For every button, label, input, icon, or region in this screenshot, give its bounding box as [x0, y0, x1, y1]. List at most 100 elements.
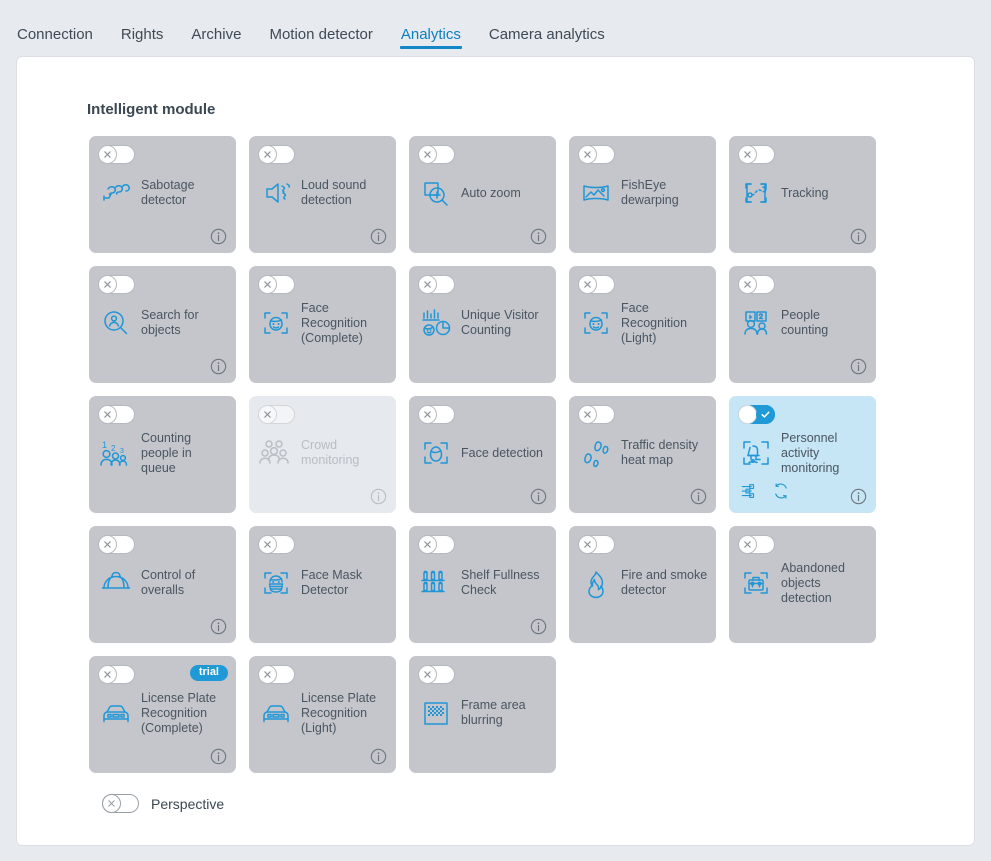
module-toggle[interactable] — [258, 275, 295, 294]
loud-sound-icon — [258, 175, 294, 211]
toggle-off-knob-icon — [258, 535, 277, 554]
personnel-activity-icon — [738, 435, 774, 471]
module-card[interactable]: Search for objects — [89, 266, 236, 383]
crowd-monitoring-icon — [258, 435, 294, 471]
tab-motion-detector[interactable]: Motion detector — [268, 27, 373, 56]
info-icon[interactable] — [370, 488, 387, 505]
module-label: Face Mask Detector — [301, 568, 363, 597]
info-icon[interactable] — [370, 228, 387, 245]
tab-connection[interactable]: Connection — [16, 27, 94, 56]
module-card[interactable]: People counting — [729, 266, 876, 383]
refresh-icon[interactable] — [772, 482, 790, 505]
module-toggle[interactable] — [738, 535, 775, 554]
toggle-off-knob-icon — [98, 665, 117, 684]
module-card[interactable]: Auto zoom — [409, 136, 556, 253]
module-label: Traffic density heat map — [621, 438, 699, 467]
module-card[interactable]: Personnel activity monitoring — [729, 396, 876, 513]
module-label: Face Recognition (Complete) — [301, 300, 368, 345]
perspective-row: Perspective — [102, 794, 974, 813]
module-label: Loud sound detection — [301, 178, 367, 207]
tab-analytics[interactable]: Analytics — [399, 27, 462, 56]
perspective-toggle[interactable] — [102, 794, 139, 813]
module-label: Face Recognition (Light) — [621, 300, 688, 345]
module-card[interactable]: Frame area blurring — [409, 656, 556, 773]
module-card[interactable]: Face Recognition (Complete) — [249, 266, 396, 383]
module-toggle[interactable] — [98, 145, 135, 164]
module-toggle[interactable] — [418, 405, 455, 424]
unique-visitor-counting-icon — [418, 305, 454, 341]
info-icon[interactable] — [370, 748, 387, 765]
module-card[interactable]: Loud sound detection — [249, 136, 396, 253]
module-card[interactable]: Abandoned objects detection — [729, 526, 876, 643]
module-card[interactable]: trial License Plate Recognition (Complete… — [89, 656, 236, 773]
tab-archive[interactable]: Archive — [190, 27, 242, 56]
module-card[interactable]: Tracking — [729, 136, 876, 253]
module-toggle[interactable] — [418, 145, 455, 164]
info-icon[interactable] — [210, 228, 227, 245]
module-toggle[interactable] — [418, 275, 455, 294]
shelf-fullness-icon — [418, 565, 454, 601]
module-toggle[interactable] — [578, 405, 615, 424]
svg-text:3: 3 — [120, 448, 124, 455]
module-card[interactable]: FishEye dewarping — [569, 136, 716, 253]
module-toggle[interactable] — [98, 665, 135, 684]
module-card[interactable]: Sabotage detector — [89, 136, 236, 253]
module-toggle[interactable] — [738, 275, 775, 294]
module-card-body: Frame area blurring — [409, 690, 556, 736]
info-icon[interactable] — [690, 488, 707, 505]
module-card[interactable]: Traffic density heat map — [569, 396, 716, 513]
module-toggle[interactable] — [418, 535, 455, 554]
info-icon[interactable] — [850, 488, 867, 505]
info-icon[interactable] — [210, 618, 227, 635]
info-icon[interactable] — [850, 228, 867, 245]
info-icon[interactable] — [210, 748, 227, 765]
sabotage-detector-icon — [98, 175, 134, 211]
info-icon[interactable] — [530, 228, 547, 245]
module-card[interactable]: Control of overalls — [89, 526, 236, 643]
module-label: Sabotage detector — [141, 178, 195, 207]
module-card-body: Traffic density heat map — [569, 430, 716, 476]
module-toggle[interactable] — [578, 275, 615, 294]
face-mask-icon — [258, 565, 294, 601]
module-toggle[interactable] — [98, 405, 135, 424]
module-toggle[interactable] — [738, 145, 775, 164]
info-icon[interactable] — [850, 358, 867, 375]
module-card[interactable]: Shelf Fullness Check — [409, 526, 556, 643]
module-toggle[interactable] — [98, 275, 135, 294]
toggle-off-knob-icon — [102, 794, 121, 813]
toggle-off-knob-icon — [98, 275, 117, 294]
module-card[interactable]: License Plate Recognition (Light) — [249, 656, 396, 773]
module-card[interactable]: Face Recognition (Light) — [569, 266, 716, 383]
module-card[interactable]: 1 2 3 Counting people in queue — [89, 396, 236, 513]
toggle-off-knob-icon — [738, 145, 757, 164]
module-toggle[interactable] — [578, 145, 615, 164]
module-toggle[interactable] — [418, 665, 455, 684]
module-toggle[interactable] — [98, 535, 135, 554]
tab-rights[interactable]: Rights — [120, 27, 165, 56]
module-toggle[interactable] — [258, 145, 295, 164]
module-card[interactable]: Face detection — [409, 396, 556, 513]
tab-camera-analytics[interactable]: Camera analytics — [488, 27, 606, 56]
module-toggle[interactable] — [258, 535, 295, 554]
module-toggle[interactable] — [578, 535, 615, 554]
analytics-panel: Intelligent module Sabotage detector Loud… — [16, 56, 975, 846]
face-recognition-icon — [258, 305, 294, 341]
module-toggle[interactable] — [258, 665, 295, 684]
module-card-body: Loud sound detection — [249, 170, 396, 216]
module-toggle[interactable] — [738, 405, 775, 424]
info-icon[interactable] — [210, 358, 227, 375]
module-card[interactable]: Fire and smoke detector — [569, 526, 716, 643]
fisheye-dewarping-icon — [578, 175, 614, 211]
module-card[interactable]: Unique Visitor Counting — [409, 266, 556, 383]
module-card[interactable]: Crowd monitoring — [249, 396, 396, 513]
module-label: Fire and smoke detector — [621, 568, 708, 597]
counting-queue-icon: 123 — [98, 435, 134, 471]
info-icon[interactable] — [530, 488, 547, 505]
frame-blur-icon — [418, 695, 454, 731]
toggle-off-knob-icon — [738, 535, 757, 554]
settings-sliders-icon[interactable] — [740, 482, 758, 505]
info-icon[interactable] — [530, 618, 547, 635]
module-card-body: Personnel activity monitoring — [729, 430, 876, 476]
module-card[interactable]: Face Mask Detector — [249, 526, 396, 643]
toggle-off-knob-icon — [578, 145, 597, 164]
